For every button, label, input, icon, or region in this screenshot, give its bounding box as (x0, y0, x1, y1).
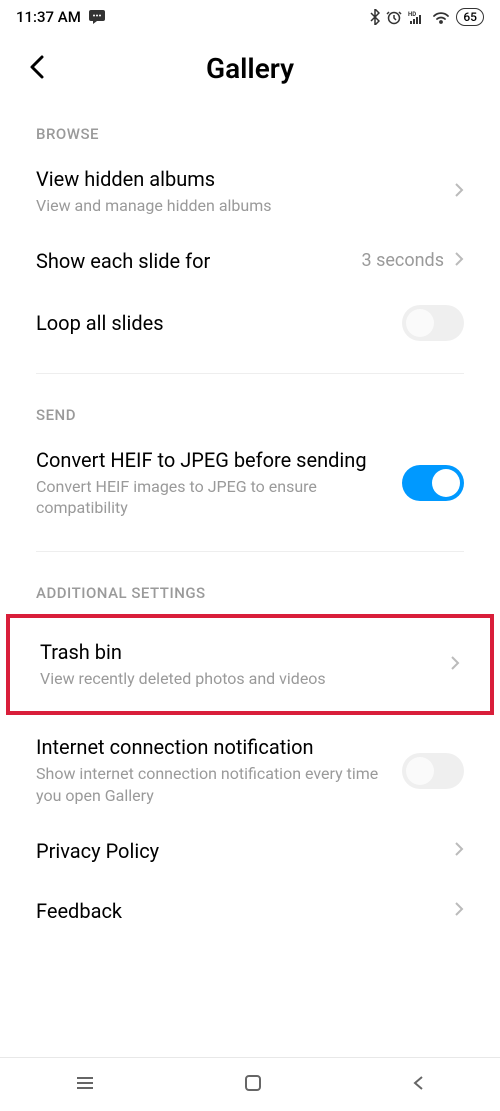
heif-toggle[interactable] (402, 465, 464, 501)
chevron-right-icon (454, 182, 464, 202)
status-bar: 11:37 AM HD 65 (0, 0, 500, 34)
setting-subtitle: Show internet connection notification ev… (36, 763, 402, 806)
view-hidden-albums-row[interactable]: View hidden albums View and manage hidde… (0, 153, 500, 231)
setting-subtitle: View recently deleted photos and videos (40, 668, 450, 690)
battery-indicator: 65 (456, 8, 484, 26)
alarm-icon (386, 9, 402, 25)
loop-slides-row[interactable]: Loop all slides (0, 291, 500, 355)
status-time: 11:37 AM (16, 8, 81, 26)
chevron-right-icon (450, 655, 460, 675)
app-header: Gallery (0, 34, 500, 111)
additional-section-header: ADDITIONAL SETTINGS (0, 570, 500, 612)
internet-toggle[interactable] (402, 753, 464, 789)
nav-recents-button[interactable] (75, 1075, 95, 1095)
privacy-policy-row[interactable]: Privacy Policy (0, 821, 500, 881)
setting-title: Privacy Policy (36, 839, 454, 863)
page-title: Gallery (28, 52, 472, 85)
setting-value: 3 seconds (362, 250, 445, 271)
divider (36, 373, 464, 374)
internet-notification-row[interactable]: Internet connection notification Show in… (0, 721, 500, 820)
back-button[interactable] (28, 54, 46, 84)
trash-bin-row[interactable]: Trash bin View recently deleted photos a… (10, 618, 490, 712)
setting-title: Convert HEIF to JPEG before sending (36, 448, 402, 472)
setting-title: Show each slide for (36, 249, 362, 273)
setting-subtitle: View and manage hidden albums (36, 195, 454, 217)
chevron-right-icon (454, 841, 464, 861)
setting-subtitle: Convert HEIF images to JPEG to ensure co… (36, 476, 402, 519)
loop-toggle[interactable] (402, 305, 464, 341)
setting-title: View hidden albums (36, 167, 454, 191)
chevron-right-icon (454, 251, 464, 271)
nav-back-button[interactable] (411, 1074, 425, 1096)
highlighted-trash-bin: Trash bin View recently deleted photos a… (6, 614, 494, 716)
chevron-right-icon (454, 901, 464, 921)
convert-heif-row[interactable]: Convert HEIF to JPEG before sending Conv… (0, 434, 500, 533)
navigation-bar (0, 1057, 500, 1111)
divider (36, 551, 464, 552)
send-section-header: SEND (0, 392, 500, 434)
nav-home-button[interactable] (244, 1074, 262, 1096)
svg-text:HD: HD (408, 11, 416, 18)
setting-title: Loop all slides (36, 311, 402, 335)
setting-title: Internet connection notification (36, 735, 402, 759)
browse-section-header: BROWSE (0, 111, 500, 153)
setting-title: Trash bin (40, 640, 450, 664)
setting-title: Feedback (36, 899, 454, 923)
bluetooth-icon (370, 9, 380, 25)
signal-icon: HD (408, 10, 426, 24)
wifi-icon (432, 10, 450, 24)
message-icon (89, 10, 105, 24)
feedback-row[interactable]: Feedback (0, 881, 500, 941)
slide-duration-row[interactable]: Show each slide for 3 seconds (0, 231, 500, 291)
